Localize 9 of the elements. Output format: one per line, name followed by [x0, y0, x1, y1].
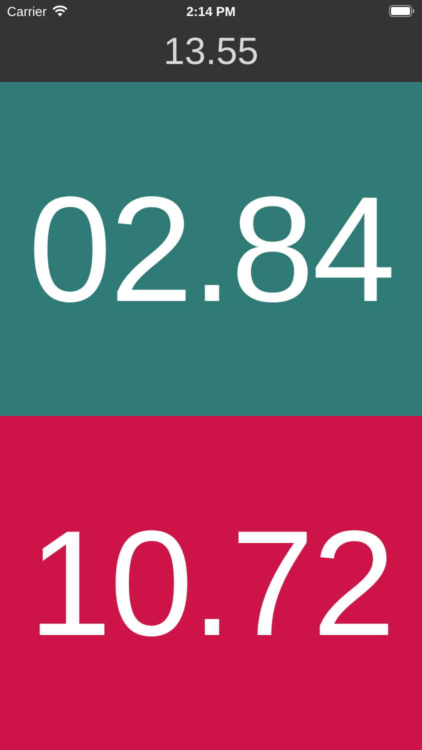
timer-panel[interactable]: 02.84: [0, 82, 422, 416]
carrier-label: Carrier: [7, 4, 47, 18]
timer-value: 02.84: [28, 164, 394, 334]
timer-value: 10.72: [28, 498, 394, 668]
timer-panel[interactable]: 10.72: [0, 416, 422, 750]
battery-icon: [389, 5, 415, 17]
wifi-icon: [52, 5, 68, 17]
total-time: 13.55: [163, 30, 259, 74]
clock-time: 2:14 PM: [186, 4, 236, 18]
